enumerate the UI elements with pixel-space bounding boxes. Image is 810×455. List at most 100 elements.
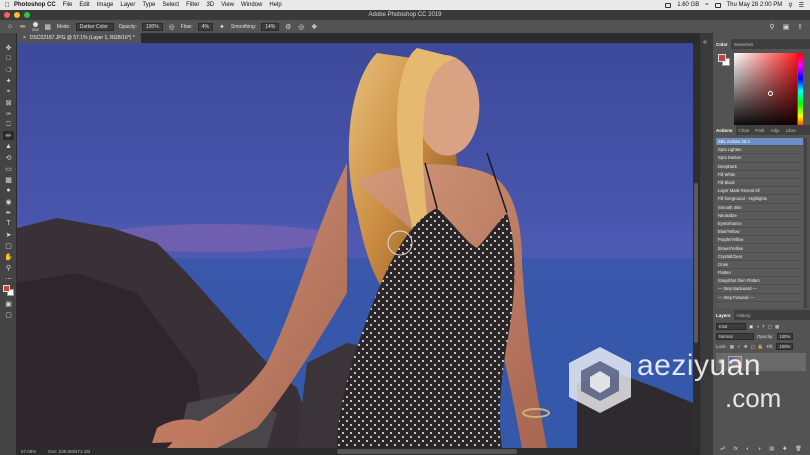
action-item[interactable]: Purple/Yellow (716, 236, 803, 245)
foreground-color-swatch[interactable] (3, 285, 10, 292)
marquee-tool-icon[interactable]: □ (3, 54, 14, 63)
new-group-icon[interactable]: ▤ (769, 446, 774, 452)
brush-settings-icon[interactable]: ▦ (44, 23, 52, 31)
filter-shape-icon[interactable]: ▢ (768, 324, 772, 330)
share-icon[interactable]: ⇧ (796, 23, 804, 31)
action-item[interactable]: Flatten (716, 269, 803, 278)
tab-actions[interactable]: Actions (713, 125, 736, 135)
pressure-size-icon[interactable]: ◎ (297, 23, 305, 31)
action-item[interactable]: Smooth Skin (716, 204, 803, 212)
adjustment-layer-icon[interactable]: ◑ (758, 446, 761, 452)
lasso-tool-icon[interactable]: ❍ (3, 65, 14, 74)
scrollbar-thumb[interactable] (694, 183, 698, 343)
menu-type[interactable]: Type (142, 2, 155, 8)
layer-style-icon[interactable]: fx (734, 446, 738, 452)
new-layer-icon[interactable]: ✚ (783, 446, 787, 452)
action-item[interactable]: Neutralize (716, 212, 803, 220)
menu-view[interactable]: View (221, 2, 234, 8)
add-mask-icon[interactable]: ◐ (746, 446, 749, 452)
action-item[interactable]: Spot Lighten (716, 146, 803, 155)
menu-3d[interactable]: 3D (206, 2, 214, 8)
action-item[interactable]: Spot Darken (716, 154, 803, 163)
menu-app-name[interactable]: Photoshop CC (14, 2, 56, 8)
link-layers-icon[interactable]: ☍ (720, 446, 725, 452)
menu-list-icon[interactable]: ☰ (799, 2, 804, 9)
color-picker-cursor[interactable] (768, 91, 773, 96)
action-item[interactable]: SnapShot then Flatten (716, 277, 803, 286)
quick-mask-icon[interactable]: ▣ (3, 299, 14, 308)
action-item[interactable]: — Step Forward — (716, 294, 803, 302)
menu-filter[interactable]: Filter (186, 2, 199, 8)
tab-paths[interactable]: Path (752, 125, 767, 135)
menu-select[interactable]: Select (162, 2, 179, 8)
action-item[interactable]: — Step Backward — (716, 285, 803, 294)
gradient-tool-icon[interactable]: ▩ (3, 175, 14, 184)
filter-smart-icon[interactable]: ▩ (775, 324, 779, 330)
frame-tool-icon[interactable]: ⊠ (3, 98, 14, 107)
tab-layers[interactable]: Layers (713, 310, 734, 320)
home-icon[interactable]: ⌂ (6, 23, 14, 31)
document-tab[interactable]: × DSC02187.JPG @ 57.1% (Layer 1, RGB/16*… (17, 33, 141, 43)
delete-layer-icon[interactable]: 🗑 (795, 446, 801, 452)
color-panel-foreground-swatch[interactable] (718, 54, 726, 62)
hue-slider[interactable] (798, 53, 803, 129)
flow-field[interactable]: 4% (197, 22, 213, 31)
action-item[interactable]: Fill foreground - Highlights (716, 195, 803, 204)
more-tools-icon[interactable]: ⋯ (3, 274, 14, 283)
brush-tool-preset-icon[interactable]: ✏ (19, 23, 27, 31)
menu-window[interactable]: Window (241, 2, 262, 8)
close-tab-icon[interactable]: × (23, 35, 26, 41)
clock[interactable]: Thu May 28 2:00 PM (727, 2, 783, 8)
expand-panels-icon[interactable]: « (703, 39, 707, 46)
menu-image[interactable]: Image (97, 2, 114, 8)
actions-scrollbar[interactable] (804, 138, 807, 308)
eraser-tool-icon[interactable]: ▭ (3, 164, 14, 173)
search-icon[interactable]: ⚲ (768, 23, 776, 31)
tab-color[interactable]: Color (713, 39, 731, 49)
brush-tool-icon[interactable]: ✏ (3, 131, 14, 140)
smoothing-field[interactable]: 14% (261, 22, 280, 31)
storage-icon[interactable] (665, 2, 672, 8)
type-tool-icon[interactable]: T (3, 219, 14, 228)
clone-stamp-tool-icon[interactable]: ▲ (3, 142, 14, 151)
symmetry-icon[interactable]: ❖ (310, 23, 318, 31)
eyedropper-tool-icon[interactable]: ✑ (3, 109, 14, 118)
pen-tool-icon[interactable]: ✒ (3, 208, 14, 217)
menu-layer[interactable]: Layer (120, 2, 135, 8)
zoom-readout[interactable]: 57.09% (21, 449, 36, 454)
search-icon[interactable]: ⚲ (788, 2, 792, 9)
zoom-tool-icon[interactable]: ⚲ (3, 263, 14, 272)
menu-edit[interactable]: Edit (79, 2, 89, 8)
move-tool-icon[interactable]: ✥ (3, 43, 14, 52)
apple-icon[interactable]:  (0, 2, 14, 9)
filter-adjustment-icon[interactable]: ◑ (756, 324, 759, 329)
action-item[interactable]: DeepDark (716, 163, 803, 171)
blur-tool-icon[interactable]: ● (3, 186, 14, 195)
action-item[interactable]: Grain (716, 261, 803, 269)
crop-tool-icon[interactable]: ⌖ (3, 87, 14, 96)
layer-filter-select[interactable]: Kind (716, 323, 746, 330)
filter-pixel-icon[interactable]: ▣ (749, 324, 753, 330)
shape-tool-icon[interactable]: ▢ (3, 241, 14, 250)
mode-select[interactable]: Darker Color (75, 22, 114, 31)
action-item[interactable]: Crystal/Clear (716, 253, 803, 261)
workspace-icon[interactable]: ▣ (782, 23, 790, 31)
dodge-tool-icon[interactable]: ◉ (3, 197, 14, 206)
color-picker-field[interactable] (734, 53, 797, 129)
smoothing-options-gear-icon[interactable]: ⚙ (284, 23, 292, 31)
tab-history[interactable]: History (734, 310, 754, 320)
battery-icon[interactable] (714, 2, 721, 8)
pressure-opacity-icon[interactable]: ◎ (168, 23, 176, 31)
path-select-tool-icon[interactable]: ➤ (3, 230, 14, 239)
tab-adjustments[interactable]: Adju (768, 125, 783, 135)
action-item[interactable]: Blue/Yellow (716, 228, 803, 237)
history-brush-tool-icon[interactable]: ⟲ (3, 153, 14, 162)
layer-opacity-field[interactable]: 100% (776, 333, 794, 340)
action-item[interactable]: Fill Black (716, 179, 803, 188)
hand-tool-icon[interactable]: ✋ (3, 252, 14, 261)
doc-size-readout[interactable]: Doc: 235.6M/471.1M (48, 449, 90, 454)
tab-swatches[interactable]: Swatches (731, 39, 757, 49)
quick-select-tool-icon[interactable]: ✦ (3, 76, 14, 85)
action-item[interactable]: Fill White (716, 171, 803, 179)
opacity-field[interactable]: 100% (141, 22, 163, 31)
